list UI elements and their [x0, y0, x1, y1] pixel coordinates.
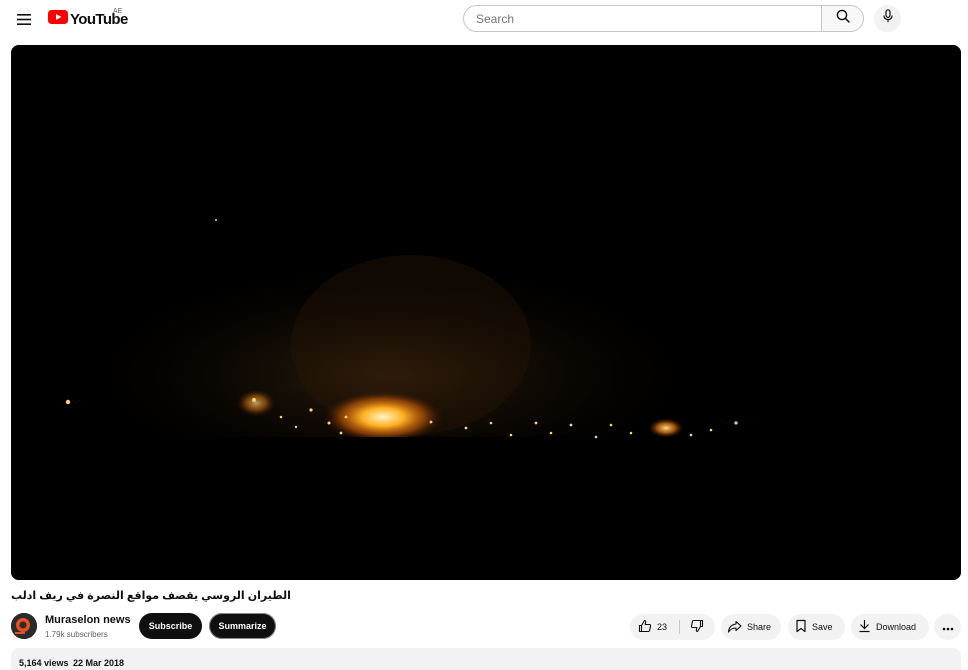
youtube-logo-icon: [48, 9, 68, 29]
voice-search-button[interactable]: [874, 5, 901, 32]
top-bar: YouTube AE: [0, 0, 968, 38]
search-icon: [836, 9, 850, 28]
mic-icon: [882, 9, 893, 28]
subscribe-button[interactable]: Subscribe: [139, 613, 202, 639]
save-label: Save: [812, 622, 833, 632]
save-button[interactable]: Save: [788, 614, 845, 640]
avatar[interactable]: [11, 613, 37, 639]
description-box[interactable]: 5,164 views 22 Mar 2018: [11, 648, 961, 670]
share-label: Share: [747, 622, 772, 632]
search-button[interactable]: [821, 5, 864, 32]
menu-icon[interactable]: [12, 8, 36, 30]
search-bar: [463, 5, 864, 32]
dislike-button[interactable]: [680, 614, 714, 640]
save-icon: [795, 619, 807, 635]
download-button[interactable]: Download: [851, 614, 929, 640]
like-button[interactable]: 23: [630, 614, 667, 640]
share-button[interactable]: Share: [721, 614, 781, 640]
thumbs-down-icon: [690, 619, 704, 635]
download-label: Download: [876, 622, 917, 632]
subscriber-count: 1.79k subscribers: [45, 630, 108, 639]
search-input[interactable]: [463, 5, 821, 32]
thumbs-up-icon: [638, 619, 652, 635]
view-count: 5,164 views: [19, 658, 69, 668]
video-frame: [11, 45, 961, 580]
more-actions-button[interactable]: [934, 614, 961, 640]
channel-name[interactable]: Muraselon news: [45, 614, 131, 626]
video-player[interactable]: [11, 45, 961, 580]
like-count: 23: [657, 622, 668, 632]
like-dislike-group: 23: [630, 614, 715, 640]
region-code: AE: [113, 8, 123, 15]
share-icon: [727, 620, 742, 635]
summarize-button[interactable]: Summarize: [209, 613, 276, 639]
download-icon: [858, 619, 871, 635]
video-title: الطيران الروسي يقصف مواقع النصرة في ريف …: [11, 590, 291, 602]
more-icon: [942, 618, 954, 636]
upload-date: 22 Mar 2018: [73, 658, 125, 668]
